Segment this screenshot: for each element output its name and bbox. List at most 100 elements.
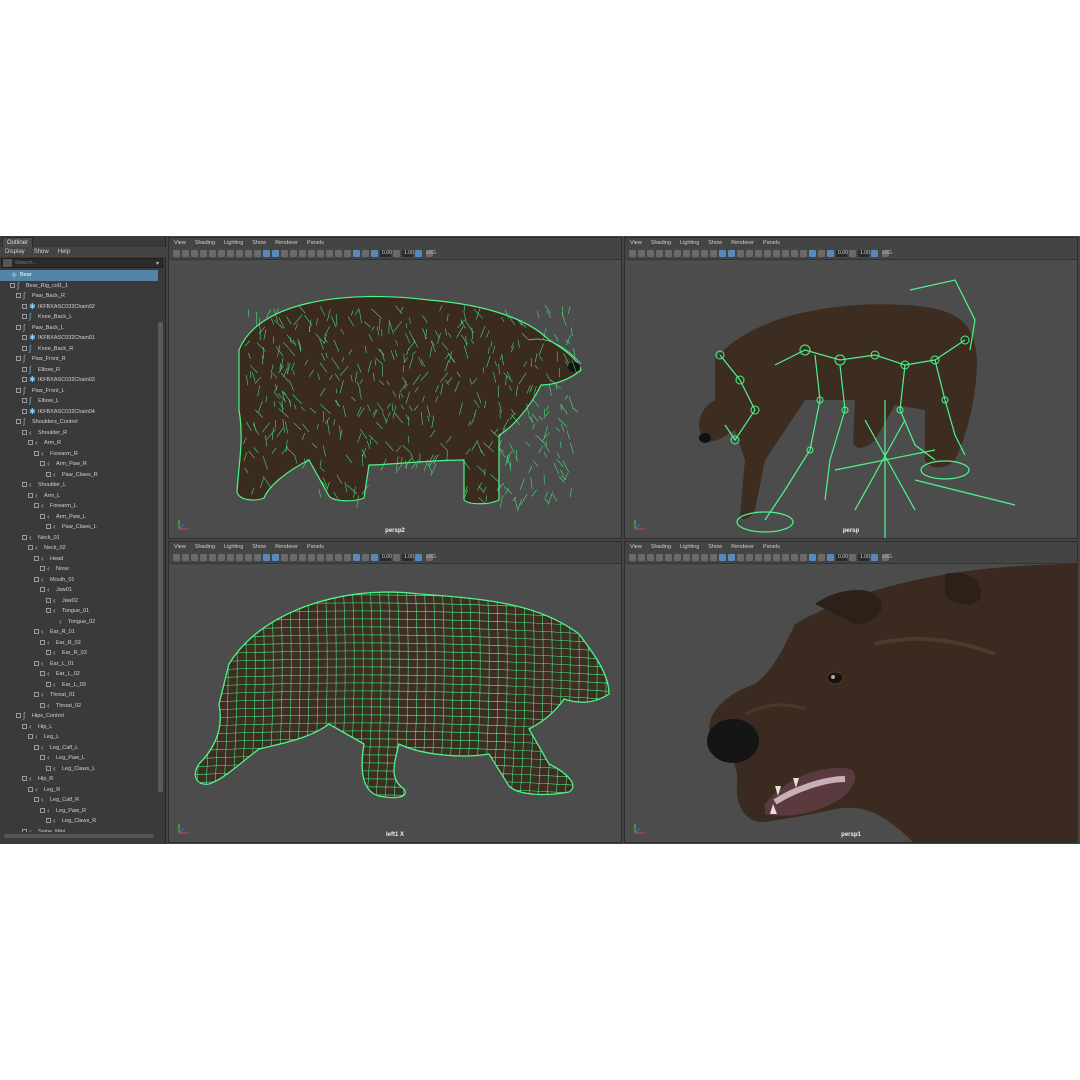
outliner-item[interactable]: ∫ Hips_Control — [0, 711, 158, 722]
viewport-persp1[interactable]: View Shading Lighting Show Renderer Panels 0.… — [624, 541, 1078, 843]
outliner-item[interactable]: ∫ Bear_Rig_col1_1 — [0, 281, 158, 292]
outliner-item[interactable]: ∫ Shoulders_Control — [0, 417, 158, 428]
outliner-item[interactable]: ‹ Ear_L_02 — [0, 669, 158, 680]
textured-icon[interactable] — [746, 250, 753, 257]
smooth-shade-icon[interactable] — [728, 250, 735, 257]
camera-attr-icon[interactable] — [638, 250, 645, 257]
lights-icon[interactable] — [755, 250, 762, 257]
viewport-menu-lighting[interactable]: Lighting — [224, 542, 243, 552]
grid-icon[interactable] — [209, 554, 216, 561]
viewport-menu-panels[interactable]: Panels — [763, 542, 780, 552]
resolution-gate-icon[interactable] — [227, 250, 234, 257]
viewport-left1-x[interactable]: View Shading Lighting Show Renderer Panels 0.… — [168, 541, 622, 843]
expand-toggle-icon[interactable] — [22, 335, 27, 340]
xray-joints-icon[interactable] — [818, 250, 825, 257]
outliner-item[interactable]: ∫ Paw_Front_L — [0, 386, 158, 397]
outliner-item[interactable]: ‹ Throat_01 — [0, 690, 158, 701]
outliner-item[interactable]: ‹ Paw_Claws_L — [0, 522, 158, 533]
lights-icon[interactable] — [299, 250, 306, 257]
isolate-icon[interactable] — [344, 250, 351, 257]
shadows-icon[interactable] — [308, 554, 315, 561]
viewport-menu-panels[interactable]: Panels — [307, 238, 324, 248]
camera-attr-icon[interactable] — [638, 554, 645, 561]
safe-action-icon[interactable] — [254, 554, 261, 561]
xray-joints-icon[interactable] — [362, 250, 369, 257]
backface-icon[interactable] — [371, 250, 378, 257]
motion-blur-icon[interactable] — [782, 250, 789, 257]
outliner-item[interactable]: ‹ Forearm_L — [0, 501, 158, 512]
aa-icon[interactable] — [791, 250, 798, 257]
field-chart-icon[interactable] — [701, 250, 708, 257]
outliner-item[interactable]: ‹ Jaw01 — [0, 585, 158, 596]
image-plane-icon[interactable] — [656, 554, 663, 561]
shadows-icon[interactable] — [764, 554, 771, 561]
smooth-shade-icon[interactable] — [728, 554, 735, 561]
textured-icon[interactable] — [290, 250, 297, 257]
expand-toggle-icon[interactable] — [46, 681, 51, 687]
viewport-menu-panels[interactable]: Panels — [763, 238, 780, 248]
outliner-item[interactable]: ‹ Paw_Claws_R — [0, 470, 158, 481]
outliner-item[interactable]: ‹ Leg_Paw_L — [0, 753, 158, 764]
expand-toggle-icon[interactable] — [22, 377, 27, 382]
resolution-gate-icon[interactable] — [683, 250, 690, 257]
outliner-item[interactable]: ‹ Leg_Claws_L — [0, 764, 158, 775]
outliner-item[interactable]: ‹ Tongue_01 — [0, 606, 158, 617]
backface-icon[interactable] — [827, 554, 834, 561]
outliner-vertical-scrollbar[interactable] — [158, 322, 163, 792]
resolution-gate-icon[interactable] — [227, 554, 234, 561]
smooth-shade-icon[interactable] — [272, 250, 279, 257]
expand-toggle-icon[interactable] — [16, 293, 21, 298]
expand-toggle-icon[interactable] — [46, 818, 51, 823]
viewport-menu-shading[interactable]: Shading — [651, 542, 671, 552]
outliner-item[interactable]: ∫ Paw_Back_L — [0, 323, 158, 334]
expand-toggle-icon[interactable] — [34, 450, 39, 456]
outliner-item[interactable]: ◈ Bear — [0, 270, 158, 281]
gate-mask-icon[interactable] — [692, 554, 699, 561]
grid-icon[interactable] — [665, 250, 672, 257]
outliner-item[interactable]: ∫ Elbow_R — [0, 365, 158, 376]
lights-icon[interactable] — [299, 554, 306, 561]
grid-icon[interactable] — [665, 554, 672, 561]
wireframe-icon[interactable] — [263, 554, 270, 561]
camera-attr-icon[interactable] — [182, 554, 189, 561]
viewport-menu-show[interactable]: Show — [252, 542, 266, 552]
shadows-icon[interactable] — [764, 250, 771, 257]
viewport-menu-renderer[interactable]: Renderer — [731, 238, 754, 248]
expand-toggle-icon[interactable] — [28, 545, 33, 550]
viewport-menu-shading[interactable]: Shading — [195, 238, 215, 248]
select-camera-icon[interactable] — [629, 250, 636, 257]
film-gate-icon[interactable] — [218, 554, 225, 561]
viewport-menu-show[interactable]: Show — [708, 542, 722, 552]
select-camera-icon[interactable] — [173, 250, 180, 257]
viewport-menu-lighting[interactable]: Lighting — [680, 542, 699, 552]
image-plane-icon[interactable] — [200, 250, 207, 257]
outliner-item[interactable]: ‹ Ear_R_02 — [0, 638, 158, 649]
motion-blur-icon[interactable] — [326, 250, 333, 257]
gamma-field[interactable]: 1.00 — [858, 250, 870, 257]
viewport-menu-renderer[interactable]: Renderer — [275, 238, 298, 248]
colorspace-label[interactable]: sRG — [882, 554, 892, 561]
gamma-field[interactable]: 1.00 — [858, 554, 870, 561]
motion-blur-icon[interactable] — [326, 554, 333, 561]
expand-toggle-icon[interactable] — [40, 461, 45, 466]
outliner-item[interactable]: ‹ Neck_02 — [0, 543, 158, 554]
outliner-search-input[interactable] — [12, 260, 138, 266]
outliner-item[interactable]: ‹ Neck_01 — [0, 533, 158, 544]
expand-toggle-icon[interactable] — [16, 356, 21, 361]
viewport-menu-shading[interactable]: Shading — [195, 542, 215, 552]
field-chart-icon[interactable] — [701, 554, 708, 561]
expand-toggle-icon[interactable] — [46, 650, 51, 655]
viewport-persp[interactable]: View Shading Lighting Show Renderer Panels 0.… — [624, 237, 1078, 539]
viewport-menu-view[interactable]: View — [630, 238, 642, 248]
viewport-menu-show[interactable]: Show — [252, 238, 266, 248]
outliner-item[interactable]: ‹ Throat_02 — [0, 701, 158, 712]
outliner-item[interactable]: ✱ IKFBXASC032Chain04 — [0, 407, 158, 418]
outliner-item[interactable]: ‹ Arm_Paw_L — [0, 512, 158, 523]
xray-icon[interactable] — [353, 554, 360, 561]
expand-toggle-icon[interactable] — [34, 629, 39, 634]
expand-toggle-icon[interactable] — [22, 776, 27, 781]
expand-toggle-icon[interactable] — [22, 303, 27, 309]
gate-mask-icon[interactable] — [692, 250, 699, 257]
gate-mask-icon[interactable] — [236, 250, 243, 257]
ao-icon[interactable] — [317, 554, 324, 561]
